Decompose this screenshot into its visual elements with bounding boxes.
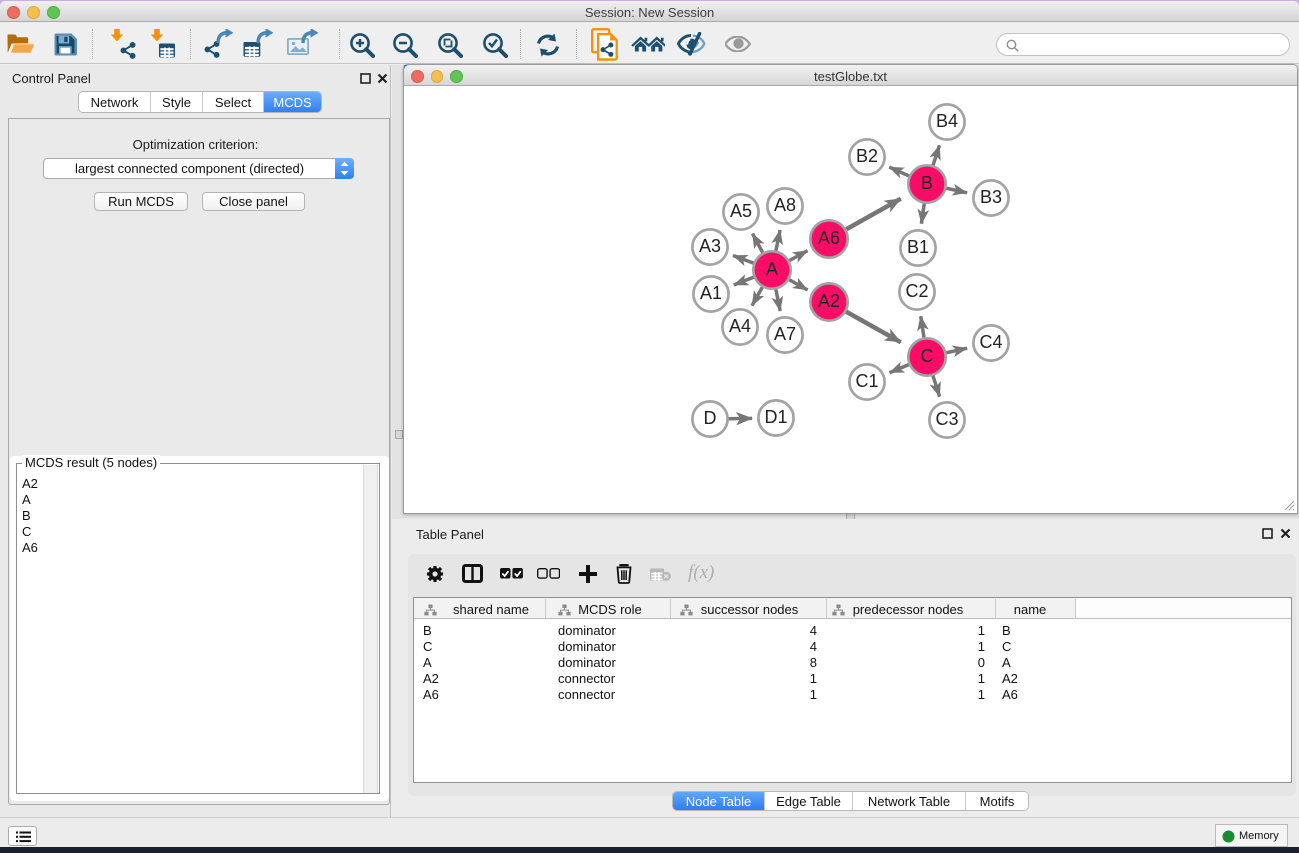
svg-text:B1: B1	[907, 237, 929, 257]
svg-text:A5: A5	[730, 201, 752, 221]
svg-text:C1: C1	[855, 371, 878, 391]
svg-text:B4: B4	[936, 111, 958, 131]
svg-text:C: C	[921, 346, 934, 366]
svg-text:A3: A3	[699, 236, 721, 256]
svg-text:A2: A2	[818, 291, 840, 311]
svg-text:D1: D1	[764, 407, 787, 427]
svg-text:A4: A4	[729, 316, 751, 336]
svg-text:B2: B2	[856, 146, 878, 166]
svg-text:C3: C3	[935, 409, 958, 429]
svg-text:A7: A7	[774, 324, 796, 344]
svg-text:A8: A8	[774, 195, 796, 215]
svg-text:C2: C2	[905, 281, 928, 301]
svg-text:A1: A1	[700, 283, 722, 303]
svg-text:A: A	[766, 259, 778, 279]
svg-text:A6: A6	[818, 228, 840, 248]
svg-text:B3: B3	[980, 187, 1002, 207]
svg-text:D: D	[704, 408, 717, 428]
svg-text:B: B	[921, 173, 933, 193]
svg-text:C4: C4	[979, 332, 1002, 352]
